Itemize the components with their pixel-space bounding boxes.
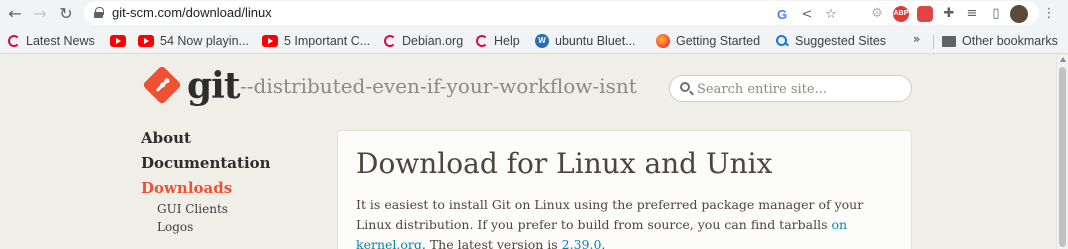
- intro-text: It is easiest to install Git on Linux us…: [356, 197, 864, 232]
- other-bookmarks-label: Other bookmarks: [962, 34, 1058, 48]
- more-bookmarks-chevron-icon[interactable]: »: [913, 32, 920, 46]
- bookmark-label: ubuntu Bluet...: [555, 34, 636, 48]
- bookmark-label: Latest News: [26, 34, 95, 48]
- forward-arrow-icon[interactable]: →: [29, 3, 51, 25]
- sidebar-item-about[interactable]: About: [141, 129, 191, 147]
- browser-toolbar: ← → ↻ git-scm.com/download/linux G < ☆ ⚙…: [0, 0, 1068, 28]
- bookmark-getting-started[interactable]: Getting Started: [656, 32, 760, 50]
- main-content-panel: Download for Linux and Unix It is easies…: [337, 130, 912, 249]
- bookmark-suggested-sites[interactable]: Suggested Sites: [775, 32, 886, 50]
- site-search-box: [669, 75, 912, 102]
- web-page: git --distributed-even-if-your-workflow-…: [0, 55, 1056, 249]
- youtube-icon: [262, 35, 278, 47]
- other-bookmarks-folder[interactable]: Other bookmarks: [942, 32, 1058, 50]
- debian-swirl-icon: [384, 35, 396, 47]
- youtube-icon: [138, 35, 154, 47]
- search-icon: [680, 82, 690, 92]
- scrollbar-thumb[interactable]: [1059, 67, 1066, 247]
- wordpress-icon: [535, 34, 549, 48]
- share-icon[interactable]: <: [798, 6, 816, 24]
- sidebar-item-documentation[interactable]: Documentation: [141, 154, 271, 172]
- site-logo-text[interactable]: git: [187, 66, 240, 106]
- shield-extension-icon[interactable]: [917, 6, 933, 22]
- site-search-input[interactable]: [697, 79, 902, 99]
- bookmark-now-playing[interactable]: 54 Now playin...: [138, 32, 249, 50]
- bookmark-ubuntu-bluetooth[interactable]: ubuntu Bluet...: [535, 32, 636, 50]
- intro-text: .: [601, 237, 606, 249]
- extensions-puzzle-icon[interactable]: ✚: [940, 5, 958, 23]
- latest-version-link[interactable]: 2.39.0: [562, 237, 602, 249]
- bookmark-label: 54 Now playin...: [160, 34, 249, 48]
- bookmarks-bar: Latest News 54 Now playin... 5 Important…: [0, 28, 1068, 54]
- bookmark-label: Help: [494, 34, 520, 48]
- intro-paragraph: It is easiest to install Git on Linux us…: [356, 195, 896, 249]
- reading-list-icon[interactable]: ≡: [963, 5, 981, 23]
- url-text[interactable]: git-scm.com/download/linux: [112, 5, 272, 20]
- reload-icon[interactable]: ↻: [55, 3, 77, 25]
- adblock-icon[interactable]: ABP: [893, 6, 909, 22]
- debian-swirl-icon: [476, 35, 488, 47]
- bookmark-label: Debian.org: [402, 34, 464, 48]
- sidebar-subitem-logos[interactable]: Logos: [157, 220, 193, 234]
- menu-kebab-icon[interactable]: ⋮: [1040, 5, 1058, 23]
- profile-avatar[interactable]: [1010, 5, 1028, 23]
- bookmark-label: 5 Important C...: [284, 34, 371, 48]
- site-tagline: --distributed-even-if-your-workflow-isnt: [240, 74, 637, 98]
- bookmark-debian[interactable]: Debian.org: [384, 32, 463, 50]
- vertical-scrollbar[interactable]: [1056, 55, 1068, 249]
- bookmark-help[interactable]: Help: [476, 32, 520, 50]
- intro-text: . The latest version is: [421, 237, 562, 249]
- scroll-up-arrow-icon[interactable]: [1060, 57, 1066, 62]
- page-title: Download for Linux and Unix: [356, 147, 773, 180]
- side-panel-icon[interactable]: ▯: [987, 5, 1005, 23]
- folder-icon: [942, 35, 956, 47]
- sidebar-subitem-gui-clients[interactable]: GUI Clients: [157, 202, 228, 216]
- back-arrow-icon[interactable]: ←: [4, 3, 26, 25]
- sidebar-item-downloads[interactable]: Downloads: [141, 179, 232, 197]
- git-logo-icon[interactable]: [142, 65, 182, 105]
- search-icon: [775, 34, 789, 48]
- bookmark-youtube[interactable]: [110, 32, 132, 50]
- firefox-icon: [656, 34, 670, 48]
- bookmark-star-icon[interactable]: ☆: [822, 6, 840, 24]
- extension-gear-icon[interactable]: ⚙: [868, 5, 886, 23]
- google-lens-icon[interactable]: G: [773, 6, 791, 24]
- debian-swirl-icon: [8, 35, 20, 47]
- lock-icon[interactable]: [94, 7, 104, 18]
- bookmark-label: Suggested Sites: [795, 34, 887, 48]
- bookmarks-divider: [933, 35, 934, 49]
- bookmark-important[interactable]: 5 Important C...: [262, 32, 370, 50]
- youtube-icon: [110, 35, 126, 47]
- bookmark-latest-news[interactable]: Latest News: [8, 32, 95, 50]
- bookmark-label: Getting Started: [676, 34, 761, 48]
